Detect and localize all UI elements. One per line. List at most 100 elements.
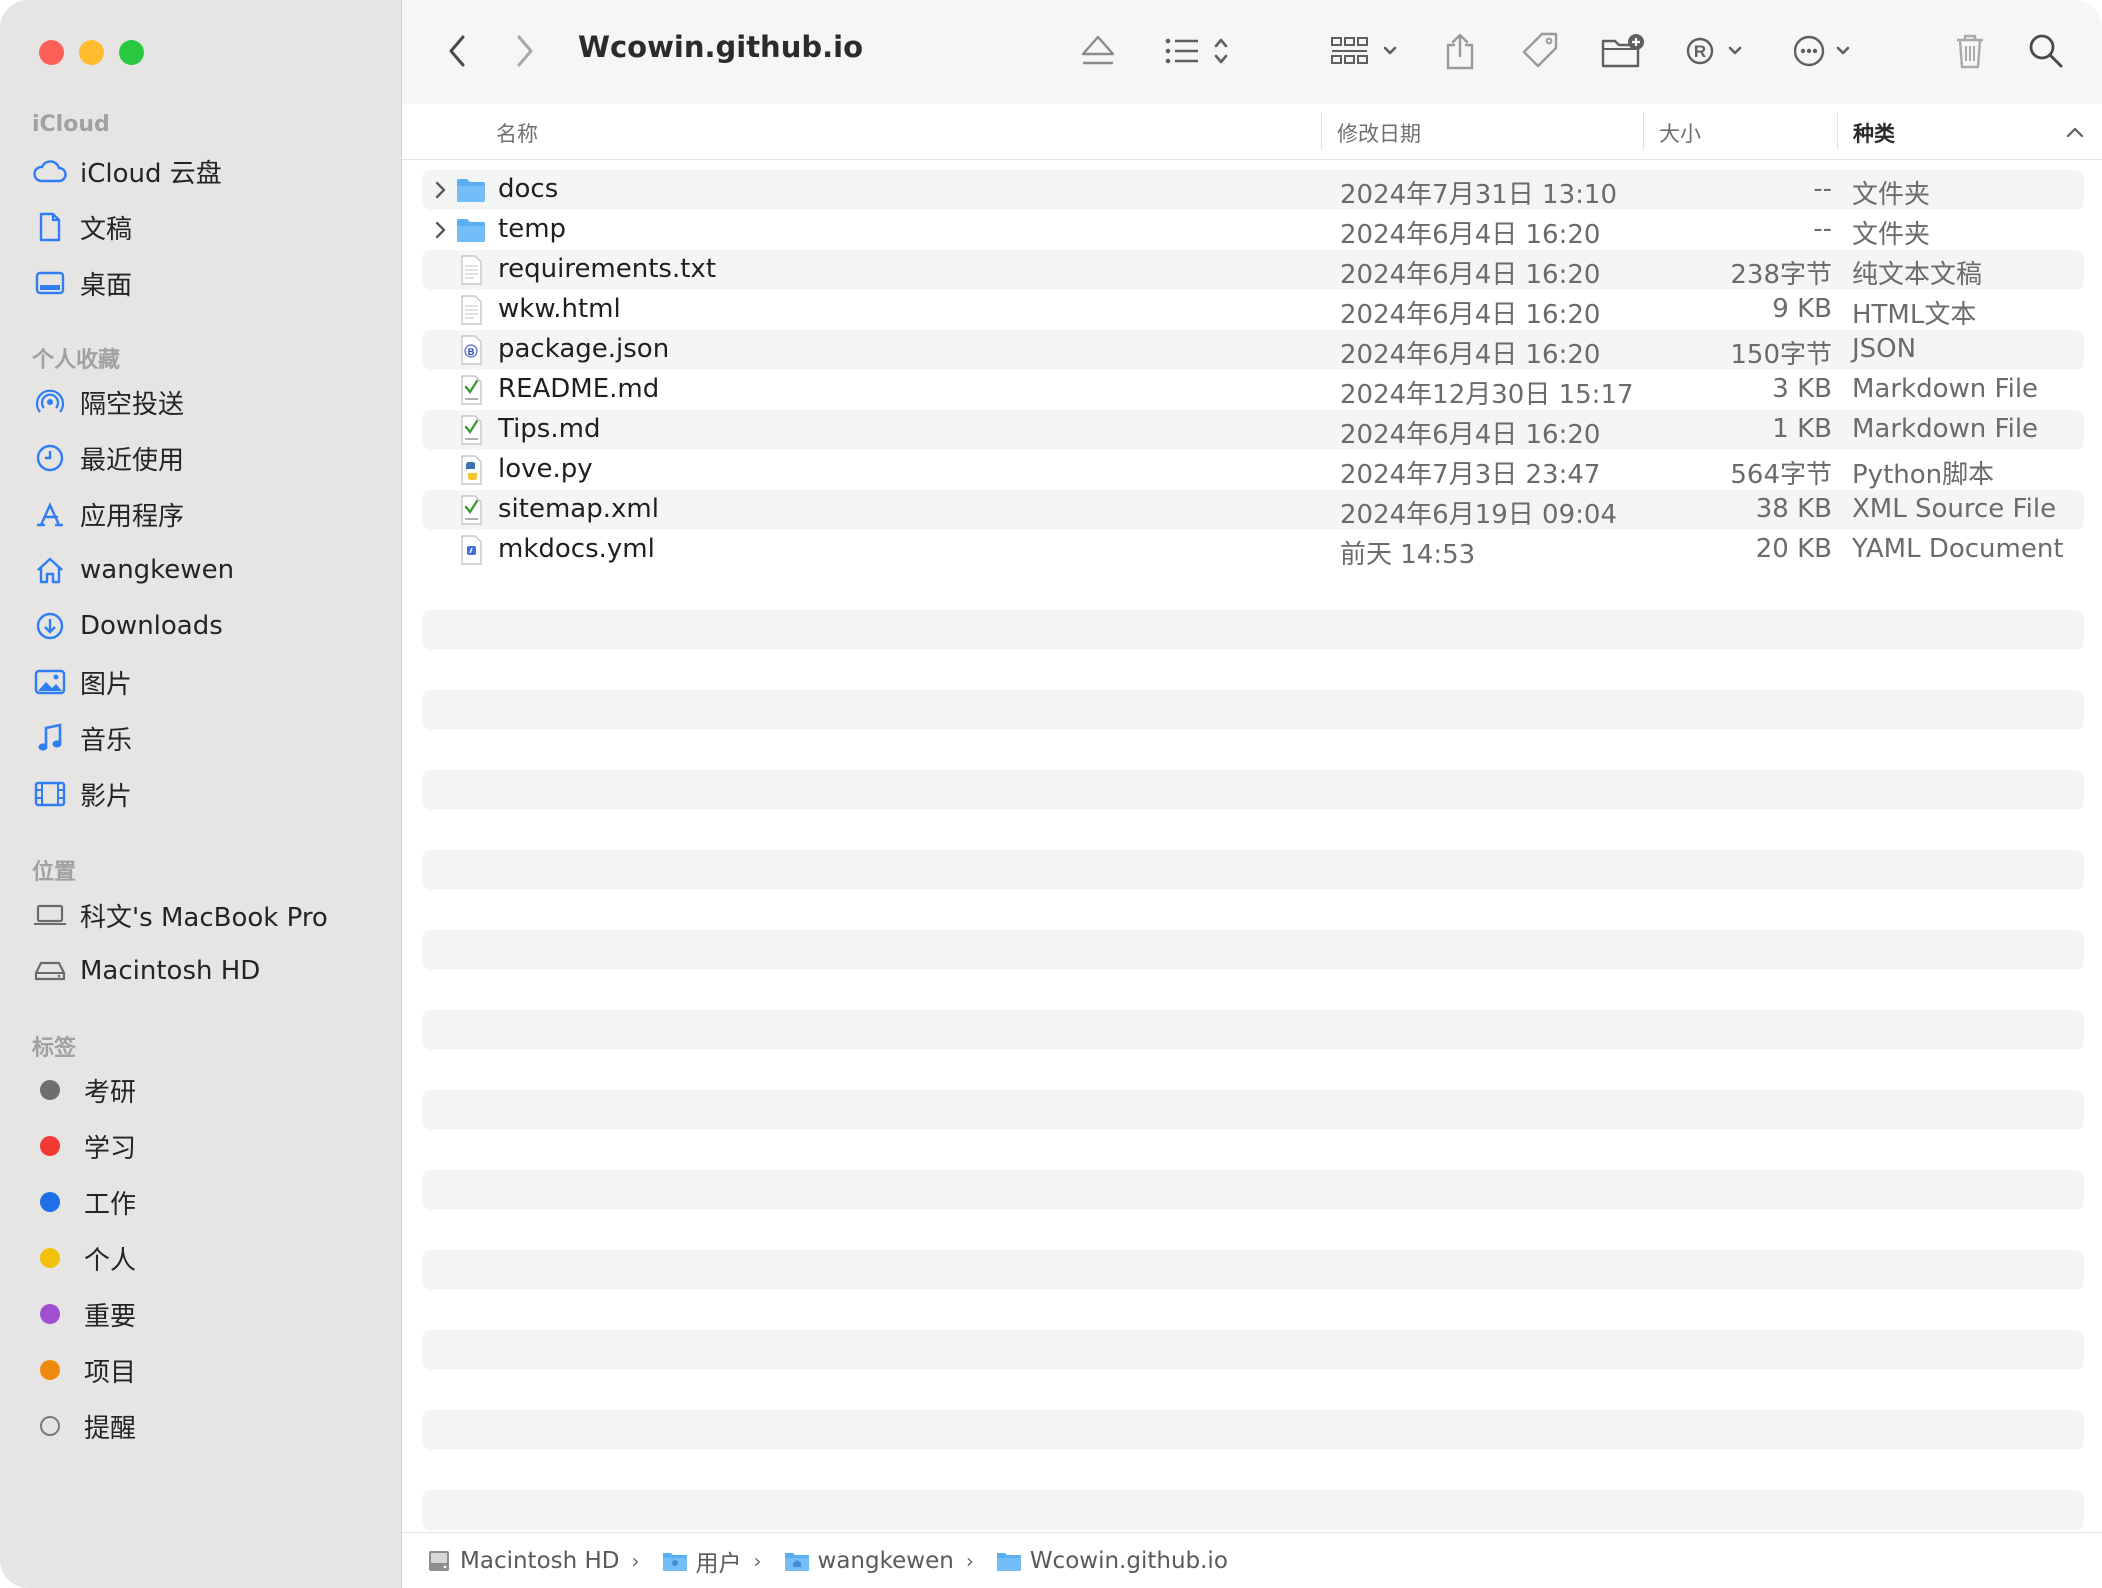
sidebar-item-macbook[interactable]: 科文's MacBook Pro <box>32 893 382 937</box>
section-title-locations: 位置 <box>32 860 77 885</box>
sidebar-tag-kaoyan[interactable]: 考研 <box>32 1068 382 1112</box>
file-name: README.md <box>498 374 660 404</box>
svg-text:B: B <box>468 347 475 357</box>
file-row-sitemap[interactable]: sitemap.xml 2024年6月19日 09:04 38 KB XML S… <box>422 490 2084 530</box>
sidebar-item-desktop[interactable]: 桌面 <box>32 261 382 305</box>
sidebar-item-label: 考研 <box>84 1077 137 1108</box>
path-crumb-current-folder[interactable]: Wcowin.github.io <box>996 1548 1228 1574</box>
file-row-mkdocs[interactable]: mkdocs.yml 前天 14:53 20 KB YAML Document <box>422 530 2084 570</box>
zoom-window-button[interactable] <box>119 40 144 65</box>
file-kind: Markdown File <box>1852 374 2039 404</box>
minimize-window-button[interactable] <box>79 40 104 65</box>
tag-icon[interactable] <box>1520 26 1560 76</box>
markdown-file-icon <box>456 375 486 405</box>
column-divider[interactable] <box>1643 112 1644 150</box>
more-icon[interactable] <box>1794 26 1858 76</box>
file-kind: 纯文本文稿 <box>1852 260 1983 290</box>
laptop-icon <box>32 897 68 933</box>
file-date: 前天 14:53 <box>1340 540 1476 570</box>
close-window-button[interactable] <box>39 40 64 65</box>
sidebar-item-icloud-drive[interactable]: iCloud 云盘 <box>32 149 382 193</box>
column-kind[interactable]: 种类 <box>1853 118 1895 148</box>
column-divider[interactable] <box>1837 112 1838 150</box>
path-crumb-macintosh-hd[interactable]: Macintosh HD › <box>426 1548 640 1574</box>
sidebar-tag-study[interactable]: 学习 <box>32 1124 382 1168</box>
sidebar-item-macintosh-hd[interactable]: Macintosh HD <box>32 949 382 993</box>
file-row-package-json[interactable]: B package.json 2024年6月4日 16:20 150字节 JSO… <box>422 330 2084 370</box>
new-folder-icon[interactable] <box>1600 26 1646 76</box>
sidebar-tag-reminder[interactable]: 提醒 <box>32 1404 382 1448</box>
sort-ascending-icon[interactable] <box>2066 124 2084 143</box>
html-file-icon <box>456 295 486 325</box>
file-row-requirements[interactable]: requirements.txt 2024年6月4日 16:20 238字节 纯… <box>422 250 2084 290</box>
file-row-readme[interactable]: README.md 2024年12月30日 15:17 3 KB Markdow… <box>422 370 2084 410</box>
file-row-wkw-html[interactable]: wkw.html 2024年6月4日 16:20 9 KB HTML文本 <box>422 290 2084 330</box>
group-icon[interactable] <box>1330 26 1402 76</box>
json-file-icon: B <box>456 335 486 365</box>
file-size: 564字节 <box>1730 460 1832 490</box>
file-name: docs <box>498 174 559 204</box>
file-size: -- <box>1813 214 1832 244</box>
sidebar-item-applications[interactable]: 应用程序 <box>32 492 382 536</box>
sidebar-item-movies[interactable]: 影片 <box>32 772 382 816</box>
sidebar-tag-work[interactable]: 工作 <box>32 1180 382 1224</box>
sidebar-item-music[interactable]: 音乐 <box>32 716 382 760</box>
sidebar-item-label: 应用程序 <box>80 501 185 532</box>
folder-icon <box>996 1550 1022 1572</box>
file-row-love-py[interactable]: love.py 2024年7月3日 23:47 564字节 Python脚本 <box>422 450 2084 490</box>
file-row-tips[interactable]: Tips.md 2024年6月4日 16:20 1 KB Markdown Fi… <box>422 410 2084 450</box>
file-size: 3 KB <box>1772 374 1832 404</box>
sidebar-item-pictures[interactable]: 图片 <box>32 660 382 704</box>
file-date: 2024年7月3日 23:47 <box>1340 460 1601 490</box>
disclosure-triangle-icon[interactable] <box>430 176 450 204</box>
yaml-file-icon <box>456 535 486 565</box>
sidebar-item-recents[interactable]: 最近使用 <box>32 436 382 480</box>
empty-row-stripe <box>422 1410 2084 1450</box>
sidebar-item-label: iCloud 云盘 <box>80 158 222 189</box>
file-size: -- <box>1813 174 1832 204</box>
tag-color-dot <box>40 1360 60 1380</box>
share-icon[interactable] <box>1444 26 1476 76</box>
empty-row-stripe <box>422 770 2084 810</box>
disclosure-triangle-icon[interactable] <box>430 216 450 244</box>
file-row-temp[interactable]: temp 2024年6月4日 16:20 -- 文件夹 <box>422 210 2084 250</box>
tag-color-dot <box>40 1080 60 1100</box>
file-row-docs[interactable]: docs 2024年7月31日 13:10 -- 文件夹 <box>422 170 2084 210</box>
column-name[interactable]: 名称 <box>496 118 538 148</box>
file-name: wkw.html <box>498 294 621 324</box>
file-date: 2024年12月30日 15:17 <box>1340 380 1634 410</box>
trash-icon[interactable] <box>1954 26 1986 76</box>
registered-icon[interactable]: R <box>1686 26 1750 76</box>
search-icon[interactable] <box>2028 26 2064 76</box>
eject-icon[interactable] <box>1080 26 1116 76</box>
path-crumb-wangkewen[interactable]: wangkewen › <box>784 1548 974 1574</box>
sidebar-item-airdrop[interactable]: 隔空投送 <box>32 380 382 424</box>
sidebar-item-downloads[interactable]: Downloads <box>32 604 382 648</box>
path-crumb-users[interactable]: 用户 › <box>662 1544 762 1578</box>
desktop-icon <box>32 265 68 301</box>
folder-icon <box>662 1550 688 1572</box>
sidebar-tag-important[interactable]: 重要 <box>32 1292 382 1336</box>
sidebar-tag-project[interactable]: 项目 <box>32 1348 382 1392</box>
sidebar-item-label: 文稿 <box>80 214 133 245</box>
column-divider[interactable] <box>1321 112 1322 150</box>
sidebar-item-label: 学习 <box>84 1133 137 1164</box>
text-file-icon <box>456 255 486 285</box>
back-icon[interactable] <box>446 26 468 76</box>
sidebar-item-home[interactable]: wangkewen <box>32 548 382 592</box>
folder-icon <box>456 215 486 245</box>
window-title: Wcowin.github.io <box>578 30 863 64</box>
file-name: love.py <box>498 454 593 484</box>
column-date[interactable]: 修改日期 <box>1337 118 1421 148</box>
toolbar: Wcowin.github.io R <box>402 0 2102 105</box>
file-date: 2024年6月4日 16:20 <box>1340 260 1601 290</box>
sidebar-item-documents[interactable]: 文稿 <box>32 205 382 249</box>
download-icon <box>32 608 68 644</box>
sidebar-tag-personal[interactable]: 个人 <box>32 1236 382 1280</box>
list-view-icon[interactable] <box>1164 26 1236 76</box>
empty-row-stripe <box>422 610 2084 650</box>
empty-row-stripe <box>422 1010 2084 1050</box>
document-icon <box>32 209 68 245</box>
forward-icon[interactable] <box>514 26 536 76</box>
column-size[interactable]: 大小 <box>1659 118 1701 148</box>
